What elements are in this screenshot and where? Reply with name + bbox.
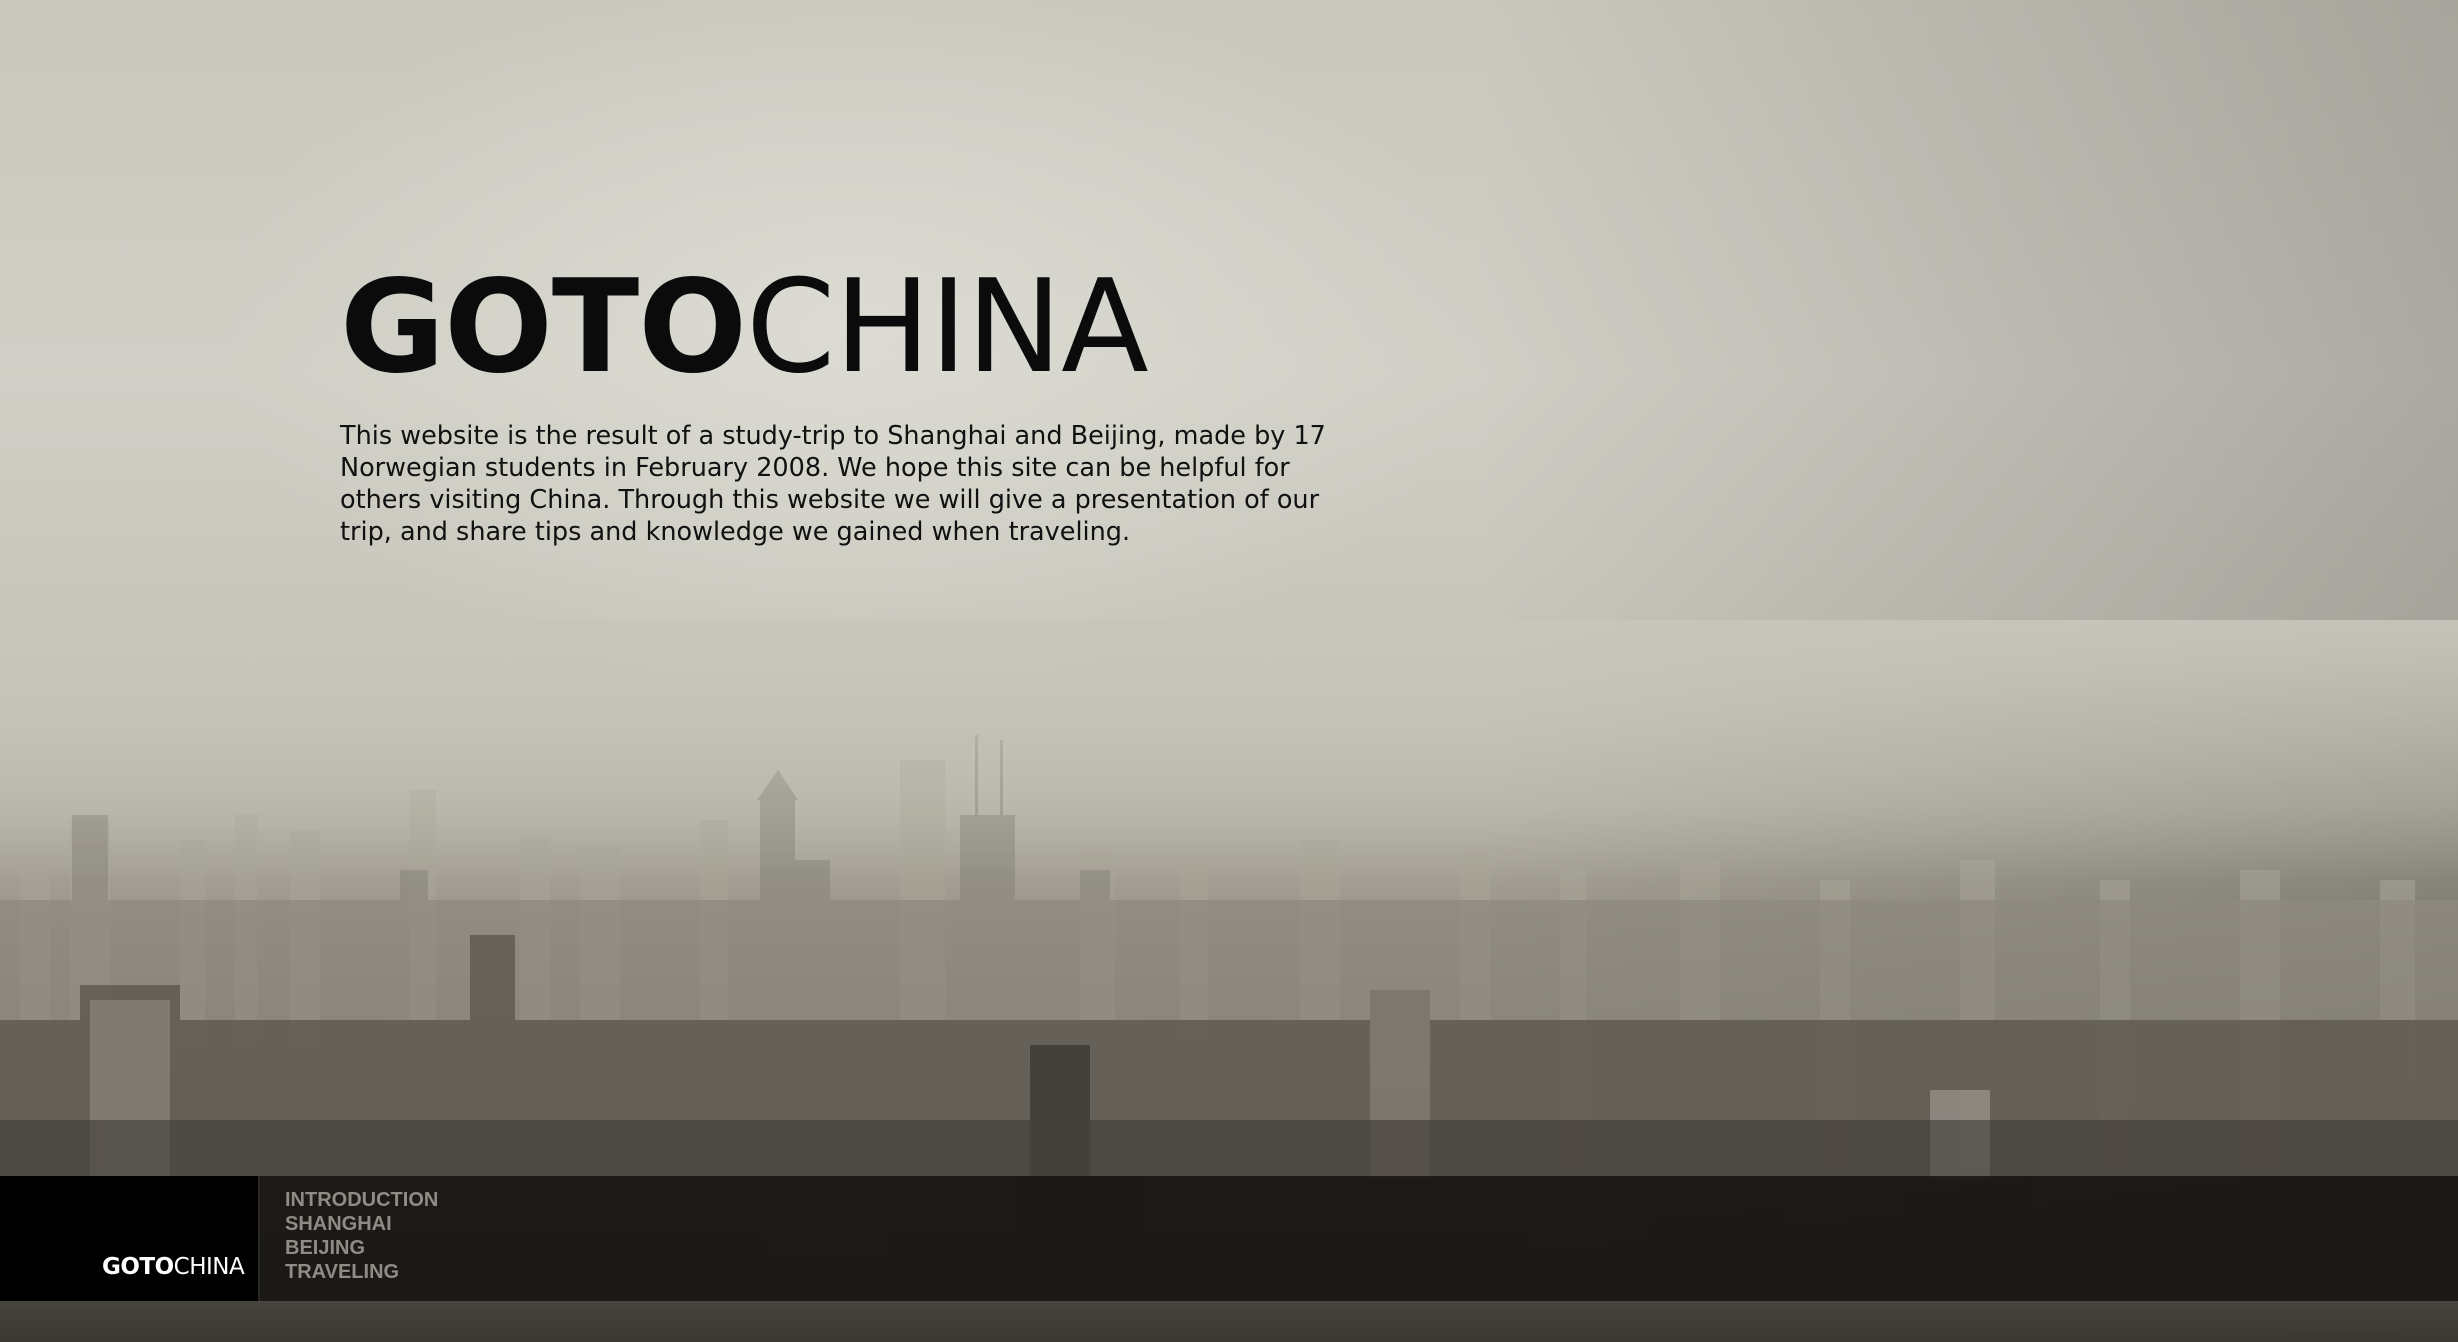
hero-section: GOTOCHINA This website is the result of … [340, 258, 1340, 548]
site-logo-small[interactable]: GOTOCHINA [102, 1254, 245, 1280]
nav-item-shanghai[interactable]: SHANGHAI [285, 1212, 438, 1236]
smog-haze-overlay [0, 620, 2458, 880]
footer-nav-menu: INTRODUCTION SHANGHAI BEIJING TRAVELING [285, 1188, 438, 1284]
logo-small-light-part: CHINA [173, 1254, 245, 1280]
nav-item-introduction[interactable]: INTRODUCTION [285, 1188, 438, 1212]
footer-brand-box[interactable]: GOTOCHINA [0, 1176, 258, 1301]
footer-bottom-strip [0, 1301, 2458, 1342]
intro-paragraph: This website is the result of a study-tr… [340, 421, 1326, 547]
nav-item-traveling[interactable]: TRAVELING [285, 1260, 438, 1284]
background-skyline-photo [0, 0, 2458, 1342]
site-logo-large: GOTOCHINA [340, 258, 1340, 398]
logo-small-bold-part: GOTO [102, 1254, 174, 1280]
logo-large-bold-part: GOTO [340, 253, 747, 402]
nav-item-beijing[interactable]: BEIJING [285, 1236, 438, 1260]
footer-divider [258, 1176, 260, 1301]
footer-navigation-bar: GOTOCHINA INTRODUCTION SHANGHAI BEIJING … [0, 1176, 2458, 1301]
logo-large-light-part: CHINA [746, 253, 1149, 402]
